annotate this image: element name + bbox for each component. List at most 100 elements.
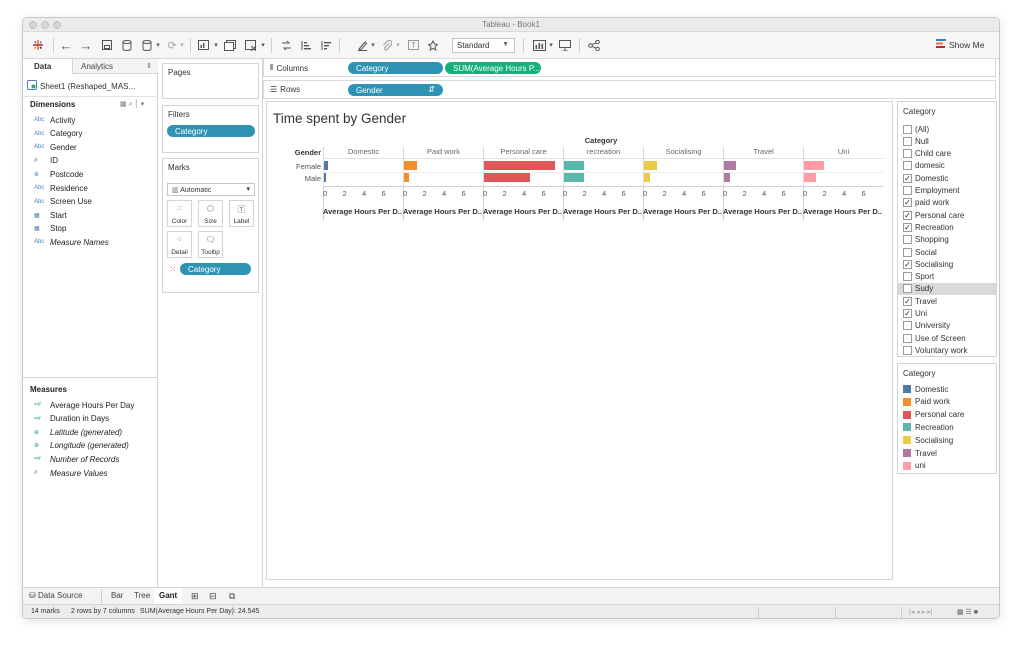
pin-icon[interactable] [426, 38, 440, 52]
text-label-icon[interactable]: T [406, 38, 420, 52]
checkbox-icon[interactable] [903, 186, 912, 195]
filter-item[interactable]: ✓ Socialising [898, 258, 996, 270]
filter-item[interactable]: (All) [898, 123, 996, 135]
checkbox-icon[interactable] [903, 333, 912, 343]
filter-item[interactable]: Voluntary work [898, 344, 996, 356]
columns-pill-measure[interactable]: SUM(Average Hours P... [445, 62, 541, 74]
checked-checkbox-icon[interactable]: ✓ [903, 210, 912, 220]
filter-item[interactable]: ✓ paid work [898, 197, 996, 209]
view-options-icon[interactable]: ▦ ⌕ │ ▾ [120, 100, 144, 109]
filter-item[interactable]: domesic [898, 160, 996, 172]
chevron-down-icon[interactable]: ▾ [178, 38, 186, 52]
new-worksheet-icon[interactable]: ⊞ [191, 591, 199, 602]
presentation-mode-icon[interactable] [558, 38, 572, 52]
rows-pill-gender[interactable]: Gender ⇵ [348, 84, 443, 96]
swap-rows-columns-icon[interactable] [279, 38, 293, 52]
chevron-down-icon[interactable]: ▾ [369, 38, 377, 52]
bar-mark[interactable] [724, 173, 730, 182]
filter-item[interactable]: Sport [898, 271, 996, 283]
field-item[interactable]: ▦ Start [34, 209, 67, 221]
datasource-tab[interactable]: ⛁ Data Source [29, 591, 82, 600]
checkbox-icon[interactable] [903, 124, 912, 134]
field-item[interactable]: ⊕ Latitude (generated) [34, 426, 122, 438]
field-item[interactable]: Abc Measure Names [34, 236, 109, 248]
chevron-down-icon[interactable]: ▾ [259, 38, 267, 52]
field-item[interactable]: ▦ Stop [34, 223, 66, 235]
datasource-item[interactable]: Sheet1 (Reshaped_MAS... [27, 80, 135, 92]
fit-select[interactable]: Standard ▼ [452, 38, 515, 53]
checkbox-icon[interactable] [903, 149, 912, 159]
sort-ascending-icon[interactable] [299, 38, 313, 52]
clear-sheet-icon[interactable] [243, 38, 259, 52]
legend-item[interactable]: uni [903, 460, 926, 472]
tableau-logo-icon[interactable] [31, 38, 45, 52]
show-cards-icon[interactable] [531, 38, 547, 52]
filter-item[interactable]: ✓ Recreation [898, 221, 996, 233]
checked-checkbox-icon[interactable]: ✓ [903, 296, 912, 306]
filter-item[interactable]: Child care [898, 148, 996, 160]
bar-mark[interactable] [404, 161, 417, 170]
sort-descending-icon[interactable] [319, 38, 333, 52]
field-item[interactable]: # ID [34, 155, 58, 167]
checkbox-icon[interactable] [903, 235, 912, 245]
rows-shelf[interactable]: ☰ Rows Gender ⇵ [263, 80, 996, 99]
pane-menu-chevron-icon[interactable]: ⇕ [146, 62, 152, 70]
label-button[interactable]: 🅃 Label [229, 200, 254, 227]
field-item[interactable]: # Measure Values [34, 467, 108, 479]
field-item[interactable]: Abc Category [34, 128, 82, 140]
checked-checkbox-icon[interactable]: ✓ [903, 309, 912, 318]
show-me-button[interactable]: Show Me [936, 39, 984, 50]
checkbox-icon[interactable] [903, 345, 912, 355]
field-item[interactable]: =# Duration in Days [34, 413, 109, 425]
checked-checkbox-icon[interactable]: ✓ [903, 173, 912, 183]
filter-item[interactable]: ✓ Travel [898, 295, 996, 307]
checked-checkbox-icon[interactable]: ✓ [903, 198, 912, 208]
datasource-icon[interactable] [140, 38, 154, 52]
bar-mark[interactable] [324, 173, 326, 182]
filter-item[interactable]: University [898, 320, 996, 332]
pages-card[interactable]: Pages [162, 63, 259, 99]
legend-item[interactable]: Personal care [903, 409, 964, 421]
forward-arrow-icon[interactable]: → [79, 38, 93, 53]
bar-mark[interactable] [644, 173, 650, 182]
checked-checkbox-icon[interactable]: ✓ [903, 259, 912, 269]
color-pill-category[interactable]: Category [180, 263, 251, 275]
chevron-down-icon[interactable]: ▾ [212, 38, 220, 52]
sheet-tab-gant[interactable]: Gant [154, 588, 183, 605]
sheet-tab-bar-chart[interactable]: Bar [111, 591, 123, 600]
chevron-down-icon[interactable]: ▾ [154, 38, 162, 52]
field-item[interactable]: =# Average Hours Per Day [34, 399, 134, 411]
field-item[interactable]: Abc Activity [34, 114, 75, 126]
tooltip-button[interactable]: 🗨 Tooltip [198, 231, 223, 258]
bar-mark[interactable] [484, 161, 556, 170]
bar-mark[interactable] [404, 173, 409, 182]
columns-shelf[interactable]: ⦀ Columns Category SUM(Average Hours P... [263, 58, 996, 77]
mark-type-select[interactable]: ▥ Automatic ▾ [167, 183, 255, 196]
field-item[interactable]: Abc Residence [34, 182, 88, 194]
filter-item[interactable]: ✓ Personal care [898, 209, 996, 221]
tab-analytics[interactable]: Analytics [81, 62, 113, 71]
highlight-pen-icon[interactable] [355, 38, 369, 52]
legend-item[interactable]: Recreation [903, 421, 954, 433]
bar-mark[interactable] [644, 161, 657, 170]
field-item[interactable]: ⊕ Postcode [34, 168, 83, 180]
bar-mark[interactable] [804, 173, 816, 182]
color-button[interactable]: ⁙ Color [167, 200, 192, 227]
filter-item[interactable]: Social [898, 246, 996, 258]
checked-checkbox-icon[interactable]: ✓ [903, 222, 912, 232]
legend-item[interactable]: Travel [903, 447, 937, 459]
columns-pill-category[interactable]: Category [348, 62, 443, 74]
legend-item[interactable]: Domestic [903, 383, 948, 395]
chevron-down-icon[interactable]: ▾ [394, 38, 402, 52]
filter-item[interactable]: Sudy [898, 282, 996, 295]
bar-mark[interactable] [564, 161, 584, 170]
field-item[interactable]: =# Number of Records [34, 453, 119, 465]
filter-item[interactable]: Null [898, 135, 996, 147]
bar-mark[interactable] [324, 161, 328, 170]
checkbox-icon[interactable] [903, 136, 912, 146]
sheet-tab-tree[interactable]: Tree [134, 591, 150, 600]
bar-mark[interactable] [724, 161, 736, 170]
filter-pill-category[interactable]: Category [167, 125, 255, 137]
filters-card[interactable]: Filters Category [162, 105, 259, 153]
checkbox-icon[interactable] [903, 321, 912, 331]
